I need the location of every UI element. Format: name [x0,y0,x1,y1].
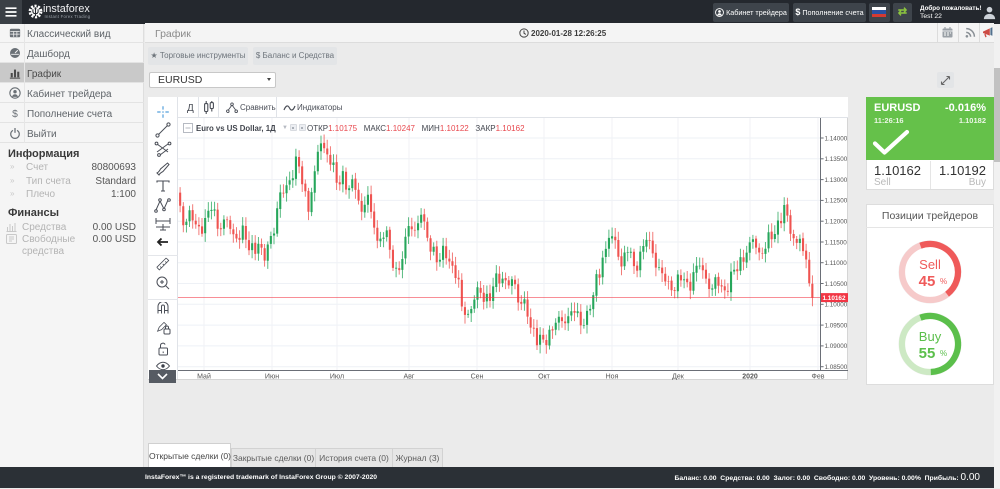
svg-text:1.09500: 1.09500 [825,322,848,329]
svg-text:1.08500: 1.08500 [825,364,848,371]
svg-text:Фев: Фев [812,374,825,381]
svg-text:Сен: Сен [471,374,484,381]
svg-text:1.12500: 1.12500 [825,198,848,205]
svg-text:Ноя: Ноя [606,374,619,381]
svg-text:Май: Май [197,373,211,381]
svg-text:Авг: Авг [404,374,415,381]
svg-text:1.10000: 1.10000 [825,302,848,309]
svg-text:1.11000: 1.11000 [825,260,848,267]
svg-text:$: $ [12,109,18,119]
svg-text:1.12000: 1.12000 [825,219,848,226]
svg-text:1.11500: 1.11500 [825,239,848,246]
svg-text:Buy: Buy [918,329,941,344]
svg-text:Sell: Sell [919,257,941,272]
svg-text:Июн: Июн [265,374,279,381]
svg-text:1.14000: 1.14000 [825,135,848,142]
svg-text:45: 45 [918,273,935,290]
svg-text:1.10500: 1.10500 [825,281,848,288]
svg-text:2020: 2020 [742,374,758,381]
svg-text:Дек: Дек [672,374,685,381]
svg-text:1.13500: 1.13500 [825,156,848,163]
svg-text:1.09000: 1.09000 [825,343,848,350]
svg-text:Июл: Июл [330,374,344,381]
svg-text:%: % [940,349,947,358]
svg-text:Окт: Окт [538,374,551,381]
svg-text:55: 55 [918,345,935,362]
svg-text:1.13000: 1.13000 [825,177,848,184]
svg-text:%: % [940,277,947,286]
